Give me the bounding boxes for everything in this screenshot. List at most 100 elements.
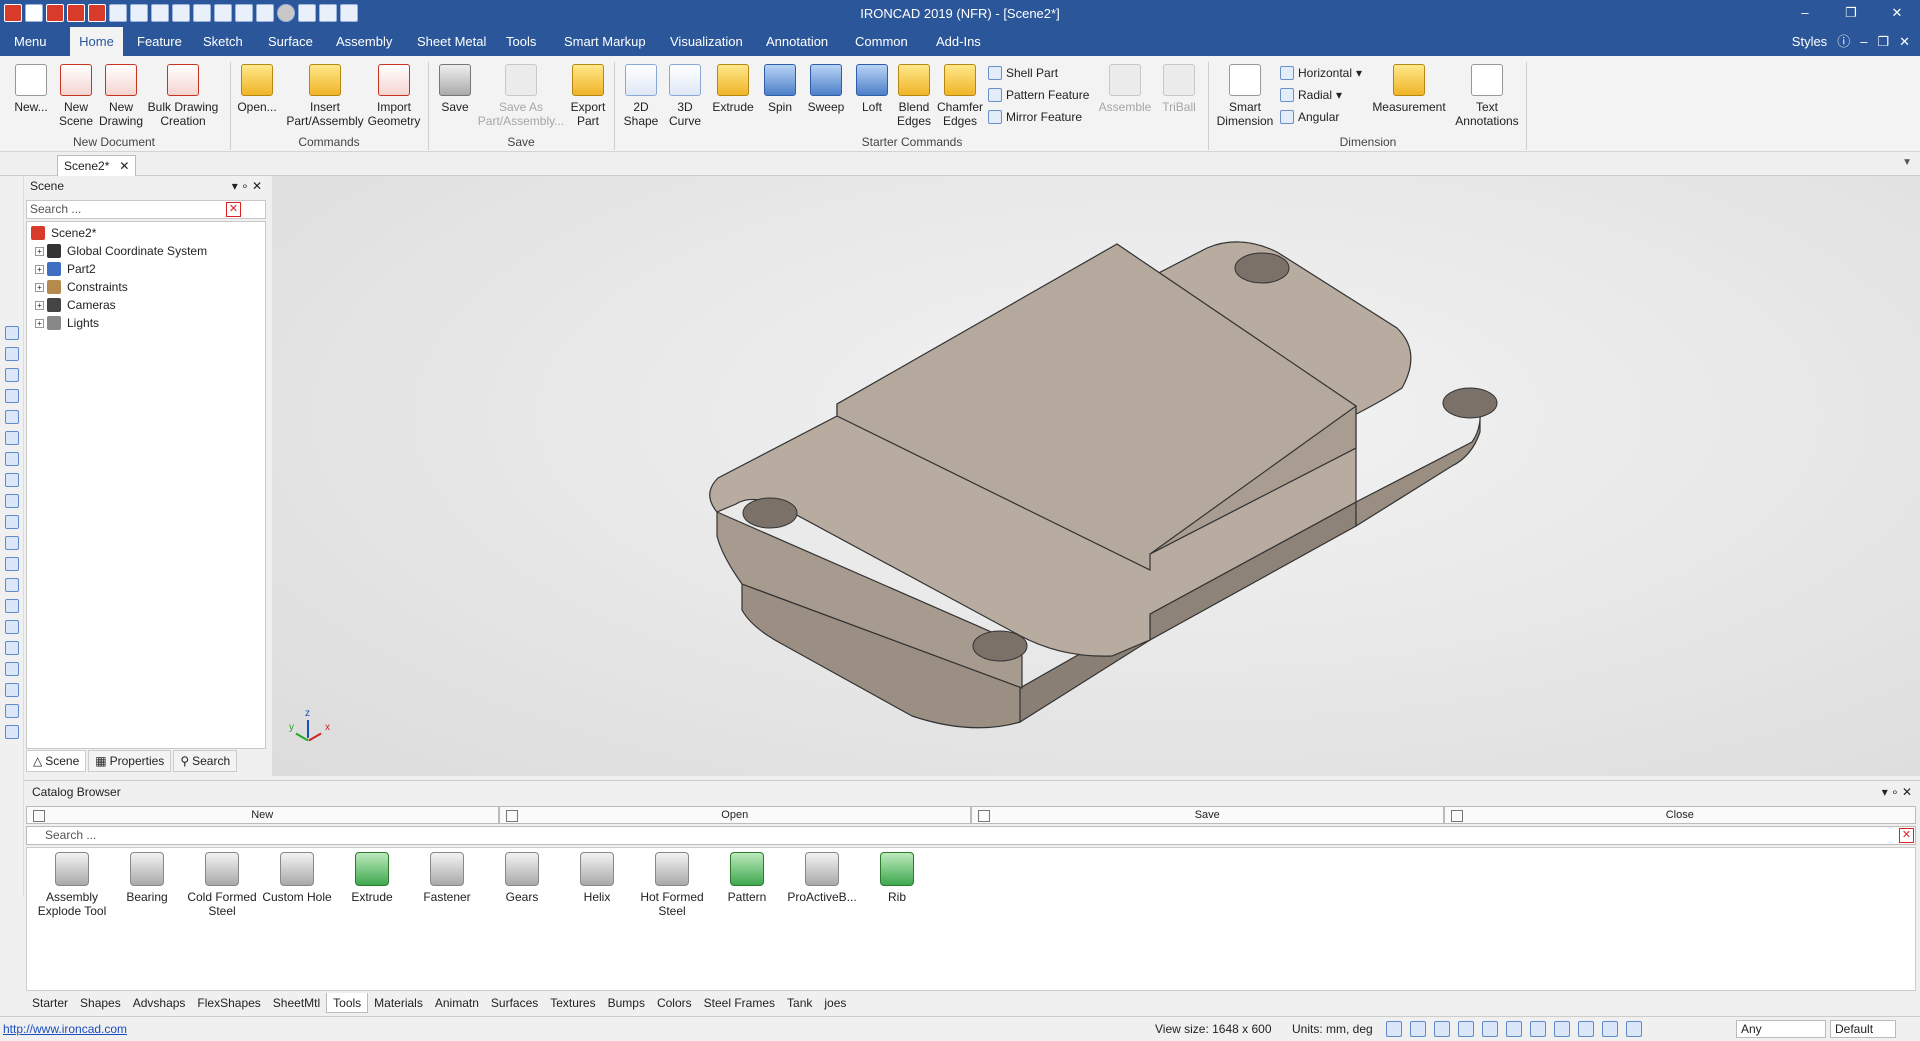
smart-dimension-button[interactable]: Smart Dimension [1214, 64, 1276, 128]
view-icon[interactable] [5, 452, 19, 466]
catalog-tab[interactable]: Starter [26, 993, 74, 1013]
catalog-tab[interactable]: Animatn [429, 993, 485, 1013]
close-icon[interactable]: ✕ [1874, 0, 1920, 27]
mirror-feature-button[interactable]: Mirror Feature [988, 108, 1082, 126]
catalog-item[interactable]: Bearing [110, 852, 184, 904]
new-button[interactable]: New... [8, 64, 54, 114]
catalog-item[interactable]: Cold Formed Steel [185, 852, 259, 918]
new-scene-button[interactable]: New Scene [56, 64, 96, 128]
tab-search[interactable]: ⚲ Search [173, 750, 238, 772]
open-button[interactable]: Open... [236, 64, 278, 114]
tree-root[interactable]: Scene2* [27, 224, 265, 242]
tab-visualization[interactable]: Visualization [666, 27, 747, 56]
catalog-open-button[interactable]: Open [498, 806, 971, 824]
measurement-button[interactable]: Measurement [1370, 64, 1448, 114]
view-icon[interactable] [5, 578, 19, 592]
chamfer-edges-button[interactable]: Chamfer Edges [936, 64, 984, 128]
tab-annotation[interactable]: Annotation [762, 27, 832, 56]
2d-shape-button[interactable]: 2D Shape [620, 64, 662, 128]
insert-part-button[interactable]: Insert Part/Assembly [284, 64, 366, 128]
restore-icon[interactable]: ❐ [1828, 0, 1874, 27]
catalog-item[interactable]: Fastener [410, 852, 484, 904]
selection-filter-select[interactable]: Any [1736, 1020, 1826, 1038]
catalog-tab[interactable]: Materials [368, 993, 429, 1013]
catalog-tab[interactable]: Surfaces [485, 993, 544, 1013]
minimize-icon[interactable]: – [1782, 0, 1828, 27]
spin-button[interactable]: Spin [760, 64, 800, 114]
save-as-button[interactable]: Save As Part/Assembly... [474, 64, 568, 128]
view-icon[interactable] [1554, 1021, 1570, 1037]
tree-item-constraints[interactable]: + Constraints [27, 278, 265, 296]
radial-dimension-button[interactable]: Radial ▾ [1280, 86, 1342, 104]
3d-viewport[interactable]: z x y [272, 176, 1920, 776]
select-icon[interactable] [1602, 1021, 1618, 1037]
zoom-icon[interactable] [1386, 1021, 1402, 1037]
tab-sheet-metal[interactable]: Sheet Metal [413, 27, 490, 56]
3d-curve-button[interactable]: 3D Curve [664, 64, 706, 128]
scene-search-input[interactable]: Search ... ✕ [26, 200, 266, 219]
tab-tools[interactable]: Tools [502, 27, 540, 56]
catalog-item[interactable]: Helix [560, 852, 634, 904]
catalog-item[interactable]: Custom Hole [260, 852, 334, 904]
save-button[interactable]: Save [434, 64, 476, 114]
catalog-tab[interactable]: Advshaps [127, 993, 192, 1013]
tab-add-ins[interactable]: Add-Ins [932, 27, 985, 56]
catalog-tab[interactable]: SheetMtl [267, 993, 326, 1013]
catalog-new-button[interactable]: New [26, 806, 499, 824]
view-icon[interactable] [5, 389, 19, 403]
import-geometry-button[interactable]: Import Geometry [366, 64, 422, 128]
tab-feature[interactable]: Feature [133, 27, 186, 56]
tab-menu[interactable]: Menu [10, 27, 51, 56]
part-model[interactable] [272, 176, 1920, 776]
view-icon[interactable] [5, 620, 19, 634]
tree-item-part2[interactable]: + Part2 [27, 260, 265, 278]
view-icon[interactable] [5, 683, 19, 697]
zoom-icon[interactable] [1410, 1021, 1426, 1037]
view-icon[interactable] [5, 368, 19, 382]
tree-item-global-coordinate-system[interactable]: + Global Coordinate System [27, 242, 265, 260]
view-icon[interactable] [1458, 1021, 1474, 1037]
styles-dropdown[interactable]: Styles [1792, 27, 1827, 56]
catalog-tab[interactable]: Bumps [602, 993, 651, 1013]
catalog-close-button[interactable]: Close [1443, 806, 1916, 824]
horizontal-dimension-button[interactable]: Horizontal ▾ [1280, 64, 1362, 82]
tab-sketch[interactable]: Sketch [199, 27, 247, 56]
view-icon[interactable] [5, 410, 19, 424]
expand-icon[interactable]: + [35, 246, 44, 256]
view-icon[interactable] [1578, 1021, 1594, 1037]
catalog-item[interactable]: Hot Formed Steel [635, 852, 709, 918]
catalog-tab[interactable]: Textures [544, 993, 601, 1013]
catalog-tab[interactable]: Steel Frames [698, 993, 781, 1013]
catalog-tab[interactable]: Colors [651, 993, 698, 1013]
tree-item-lights[interactable]: + Lights [27, 314, 265, 332]
ribbon-restore-icon[interactable]: ❐ [1877, 27, 1889, 56]
help-icon[interactable]: ⓘ [1837, 27, 1850, 56]
catalog-tab[interactable]: FlexShapes [191, 993, 266, 1013]
angular-dimension-button[interactable]: Angular [1280, 108, 1339, 126]
catalog-item[interactable]: Gears [485, 852, 559, 904]
export-part-button[interactable]: Export Part [566, 64, 610, 128]
catalog-item[interactable]: Assembly Explode Tool [35, 852, 109, 918]
view-icon[interactable] [5, 473, 19, 487]
new-drawing-button[interactable]: New Drawing [98, 64, 144, 128]
tab-surface[interactable]: Surface [264, 27, 317, 56]
expand-icon[interactable]: + [35, 300, 44, 310]
blend-edges-button[interactable]: Blend Edges [894, 64, 934, 128]
cursor-icon[interactable] [1626, 1021, 1642, 1037]
tab-properties[interactable]: ▦ Properties [88, 750, 172, 772]
mode-select[interactable]: Default [1830, 1020, 1896, 1038]
catalog-search-input[interactable]: Search ... ✕ [26, 826, 1916, 845]
view-icon[interactable] [5, 704, 19, 718]
website-link[interactable]: http://www.ironcad.com [3, 1017, 127, 1041]
tab-smart-markup[interactable]: Smart Markup [560, 27, 650, 56]
doc-tab-scene2[interactable]: Scene2* ✕ [57, 155, 137, 176]
ribbon-minimize-icon[interactable]: – [1860, 27, 1867, 56]
sweep-button[interactable]: Sweep [804, 64, 848, 114]
catalog-item[interactable]: Pattern [710, 852, 784, 904]
clear-search-icon[interactable]: ✕ [226, 202, 241, 217]
panel-controls[interactable]: ▾ ∘ ✕ [232, 176, 262, 196]
catalog-tab[interactable]: Shapes [74, 993, 127, 1013]
pattern-feature-button[interactable]: Pattern Feature [988, 86, 1089, 104]
catalog-tab[interactable]: Tank [781, 993, 818, 1013]
chevron-down-icon[interactable]: ▼ [1902, 157, 1912, 168]
